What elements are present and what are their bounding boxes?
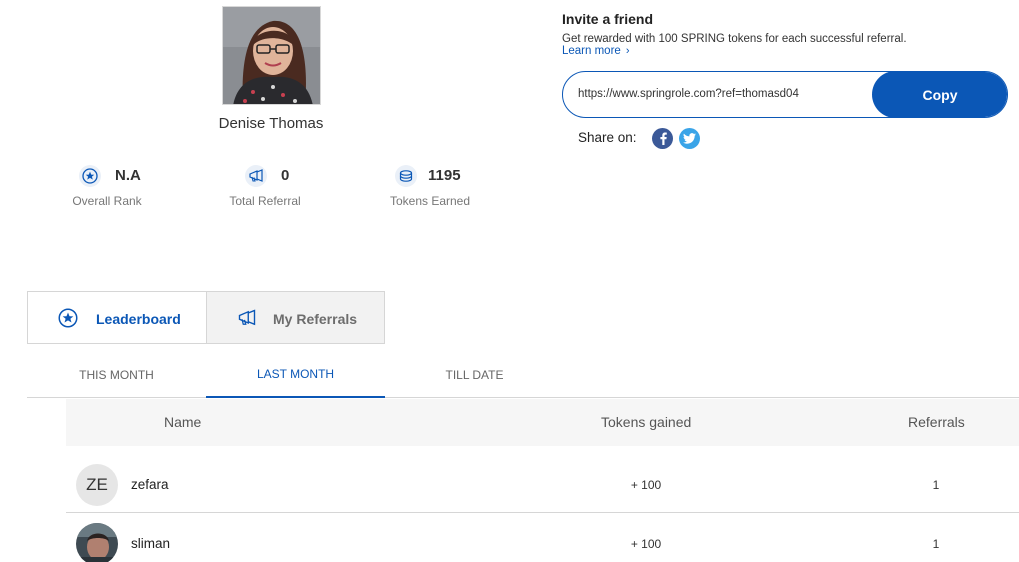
column-header-name: Name	[164, 414, 202, 430]
tokens-earned-label: Tokens Earned	[389, 194, 471, 208]
star-badge-icon	[58, 308, 78, 328]
leaderboard-table-header: Name Tokens gained Referrals	[66, 399, 1019, 446]
facebook-icon[interactable]	[652, 128, 673, 149]
learn-more-link[interactable]: Learn more ›	[562, 45, 629, 57]
overall-rank-label: Overall Rank	[72, 194, 142, 208]
avatar	[76, 523, 118, 562]
period-last-month[interactable]: LAST MONTH	[206, 352, 385, 398]
share-label: Share on:	[578, 130, 637, 145]
row-tokens: + 100	[630, 478, 662, 492]
megaphone-icon	[245, 165, 267, 187]
invite-description: Get rewarded with 100 SPRING tokens for …	[562, 33, 907, 45]
referral-url-input[interactable]	[578, 72, 868, 116]
period-this-month[interactable]: THIS MONTH	[27, 352, 206, 398]
column-header-tokens: Tokens gained	[601, 414, 692, 430]
tab-leaderboard[interactable]: Leaderboard	[28, 292, 206, 343]
row-name: sliman	[131, 536, 171, 551]
row-name: zefara	[131, 477, 169, 492]
column-header-referrals: Referrals	[908, 414, 965, 430]
copy-button[interactable]: Copy	[872, 72, 1007, 117]
total-referral-value: 0	[281, 167, 290, 184]
chevron-right-icon: ›	[625, 45, 630, 57]
star-badge-icon	[79, 165, 101, 187]
user-photo-icon	[76, 523, 118, 562]
tokens-earned-value: 1195	[428, 167, 461, 184]
profile-photo-icon	[223, 7, 320, 104]
learn-more-label: Learn more	[562, 45, 621, 57]
referral-link-box: Copy	[562, 71, 1008, 118]
coins-icon	[395, 165, 417, 187]
profile-avatar	[222, 6, 321, 105]
profile-name: Denise Thomas	[218, 115, 324, 132]
tab-my-referrals-label: My Referrals	[273, 311, 358, 327]
period-filter-bar: THIS MONTH LAST MONTH TILL DATE	[27, 352, 1019, 398]
avatar: ZE	[76, 464, 118, 506]
period-till-date[interactable]: TILL DATE	[385, 352, 564, 398]
row-referrals: 1	[932, 537, 940, 551]
invite-title: Invite a friend	[562, 11, 654, 27]
tab-leaderboard-label: Leaderboard	[96, 311, 181, 327]
overall-rank-value: N.A	[115, 167, 141, 184]
row-tokens: + 100	[630, 537, 662, 551]
table-row: sliman + 100 1	[66, 513, 1019, 562]
twitter-icon[interactable]	[679, 128, 700, 149]
megaphone-icon	[237, 308, 257, 328]
leaderboard-tabs: Leaderboard My Referrals	[27, 291, 385, 344]
total-referral-label: Total Referral	[229, 194, 301, 208]
table-row: ZE zefara + 100 1	[66, 454, 1019, 513]
row-referrals: 1	[932, 478, 940, 492]
tab-my-referrals[interactable]: My Referrals	[206, 292, 384, 343]
